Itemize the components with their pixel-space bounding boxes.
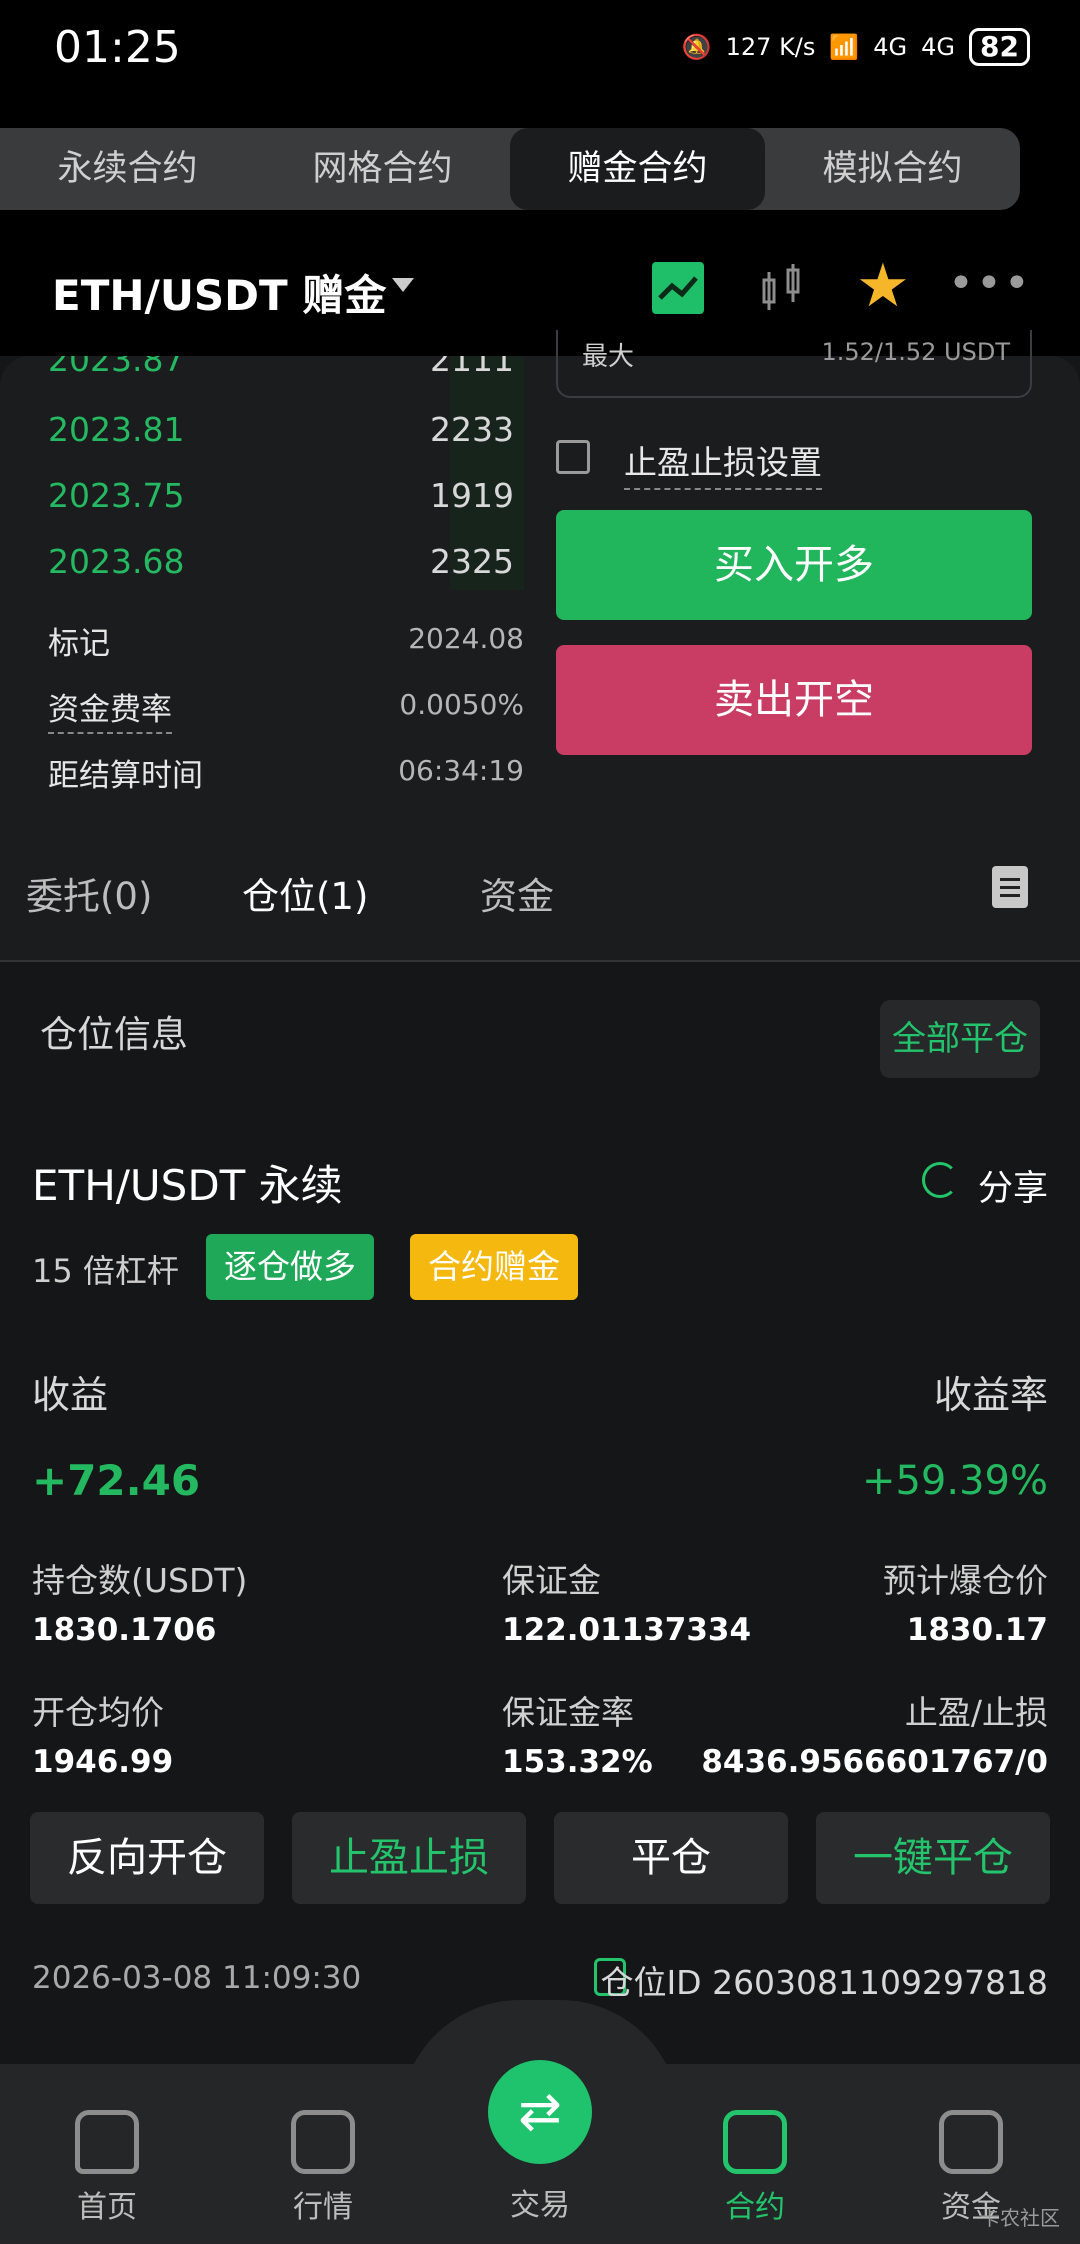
mark-label: 标记 bbox=[48, 626, 110, 662]
funding-label: 资金费率 bbox=[48, 692, 172, 734]
line-chart-icon[interactable] bbox=[652, 262, 704, 314]
pnl-value: +72.46 bbox=[32, 1456, 201, 1505]
share-icon[interactable] bbox=[922, 1162, 958, 1198]
nav-home-label: 首页 bbox=[77, 2190, 137, 2225]
contract-type-tabs: 永续合约 网格合约 赠金合约 模拟合约 bbox=[0, 128, 1020, 210]
settlement-row: 距结算时间 06:34:19 bbox=[48, 750, 524, 795]
wallet-icon bbox=[939, 2110, 1003, 2174]
pnl-rate-value: +59.39% bbox=[861, 1458, 1048, 1504]
size-value: 1830.1706 bbox=[32, 1612, 217, 1648]
liq-value: 1830.17 bbox=[906, 1612, 1048, 1648]
nav-home[interactable]: 首页 bbox=[32, 2110, 182, 2226]
tpsl-checkbox[interactable] bbox=[556, 440, 590, 474]
tab-bonus[interactable]: 赠金合约 bbox=[510, 128, 765, 210]
document-icon[interactable] bbox=[992, 866, 1028, 908]
tab-perpetual[interactable]: 永续合约 bbox=[0, 128, 255, 210]
max-amount-field: 最大 1.52/1.52 USDT bbox=[556, 330, 1032, 398]
nav-market[interactable]: 行情 bbox=[248, 2110, 398, 2226]
one-click-close-button[interactable]: 一键平仓 bbox=[816, 1812, 1050, 1904]
tpsl-setting-label[interactable]: 止盈止损设置 bbox=[624, 436, 822, 490]
mark-value: 2024.08 bbox=[408, 622, 524, 655]
settle-label: 距结算时间 bbox=[48, 758, 203, 794]
nav-contract[interactable]: 合约 bbox=[680, 2110, 830, 2226]
leverage-label: 15 倍杠杆 bbox=[32, 1252, 179, 1290]
wifi-icon: 📶 bbox=[829, 33, 860, 61]
nav-contract-label: 合约 bbox=[725, 2190, 785, 2225]
orderbook-qty: 2233 bbox=[430, 410, 514, 449]
trade-button[interactable]: ⇄ bbox=[488, 2060, 592, 2164]
pair-selector[interactable]: ETH/USDT 赠金 bbox=[52, 262, 386, 323]
close-all-button[interactable]: 全部平仓 bbox=[880, 1000, 1040, 1078]
home-icon bbox=[75, 2110, 139, 2174]
margin-label: 保证金 bbox=[502, 1561, 601, 1600]
contract-icon bbox=[723, 2110, 787, 2174]
mute-icon: 🔕 bbox=[681, 33, 712, 61]
tab-grid[interactable]: 网格合约 bbox=[255, 128, 510, 210]
orderbook-row[interactable]: 2023.75 1919 bbox=[48, 476, 524, 542]
more-icon[interactable]: ••• bbox=[948, 258, 1032, 309]
orderbook-qty: 2325 bbox=[430, 542, 514, 581]
signal-4g-1: 4G bbox=[873, 33, 908, 61]
tab-demo[interactable]: 模拟合约 bbox=[765, 128, 1020, 210]
tab-orders[interactable]: 委托(0) bbox=[26, 866, 152, 920]
position-time: 2026-03-08 11:09:30 bbox=[32, 1960, 362, 1996]
entry-value: 1946.99 bbox=[32, 1744, 174, 1780]
close-position-button[interactable]: 平仓 bbox=[554, 1812, 788, 1904]
position-info-title: 仓位信息 bbox=[40, 1013, 188, 1056]
nav-market-label: 行情 bbox=[293, 2190, 353, 2225]
margin-rate-label: 保证金率 bbox=[502, 1693, 634, 1732]
tab-positions[interactable]: 仓位(1) bbox=[242, 866, 368, 920]
settle-value: 06:34:19 bbox=[398, 754, 524, 787]
tab-assets[interactable]: 资金 bbox=[480, 866, 554, 920]
position-id[interactable]: 仓位ID 2603081109297818 bbox=[600, 1956, 1048, 2004]
pnl-label: 收益 bbox=[32, 1373, 109, 1417]
candlestick-icon[interactable] bbox=[758, 262, 806, 314]
orderbook-row[interactable]: 2023.81 2233 bbox=[48, 410, 524, 476]
orderbook-row[interactable]: 2023.68 2325 bbox=[48, 542, 524, 608]
margin-rate-value: 153.32% bbox=[502, 1744, 653, 1780]
net-speed: 127 K/s bbox=[725, 33, 816, 61]
orderbook-price: 2023.81 bbox=[48, 410, 185, 449]
tpsl-label: 止盈/止损 bbox=[904, 1693, 1048, 1732]
chevron-down-icon[interactable] bbox=[392, 278, 414, 292]
mark-price-row: 标记 2024.08 bbox=[48, 618, 524, 663]
margin-value: 122.01137334 bbox=[502, 1612, 752, 1648]
orderbook-qty: 1919 bbox=[430, 476, 514, 515]
orderbook-price: 2023.68 bbox=[48, 542, 185, 581]
position-pair: ETH/USDT 永续 bbox=[32, 1161, 343, 1210]
bonus-badge: 合约赠金 bbox=[410, 1234, 578, 1300]
status-icons: 🔕 127 K/s 📶 4G 4G 82 bbox=[682, 28, 1030, 66]
entry-label: 开仓均价 bbox=[32, 1693, 164, 1732]
watermark: 卡农社区 bbox=[980, 2206, 1060, 2230]
size-label: 持仓数(USDT) bbox=[32, 1561, 248, 1600]
sell-short-button[interactable]: 卖出开空 bbox=[556, 645, 1032, 755]
battery-icon: 82 bbox=[969, 28, 1030, 66]
market-icon bbox=[291, 2110, 355, 2174]
funding-value: 0.0050% bbox=[399, 688, 524, 721]
signal-4g-2: 4G bbox=[921, 33, 956, 61]
star-icon[interactable]: ★ bbox=[856, 256, 910, 316]
mode-badge: 逐仓做多 bbox=[206, 1234, 374, 1300]
share-button[interactable]: 分享 bbox=[978, 1160, 1048, 1211]
max-value: 1.52/1.52 USDT bbox=[821, 338, 1010, 366]
tpsl-button[interactable]: 止盈止损 bbox=[292, 1812, 526, 1904]
liq-label: 预计爆仓价 bbox=[883, 1561, 1048, 1600]
pnl-rate-label: 收益率 bbox=[933, 1373, 1048, 1417]
nav-trade-label[interactable]: 交易 bbox=[500, 2180, 580, 2224]
buy-long-button[interactable]: 买入开多 bbox=[556, 510, 1032, 620]
tpsl-value: 8436.9566601767/0 bbox=[701, 1744, 1048, 1780]
orderbook-price: 2023.75 bbox=[48, 476, 185, 515]
funding-rate-row[interactable]: 资金费率 0.0050% bbox=[48, 684, 524, 734]
max-label: 最大 bbox=[582, 342, 635, 372]
reverse-open-button[interactable]: 反向开仓 bbox=[30, 1812, 264, 1904]
status-time: 01:25 bbox=[54, 22, 181, 73]
